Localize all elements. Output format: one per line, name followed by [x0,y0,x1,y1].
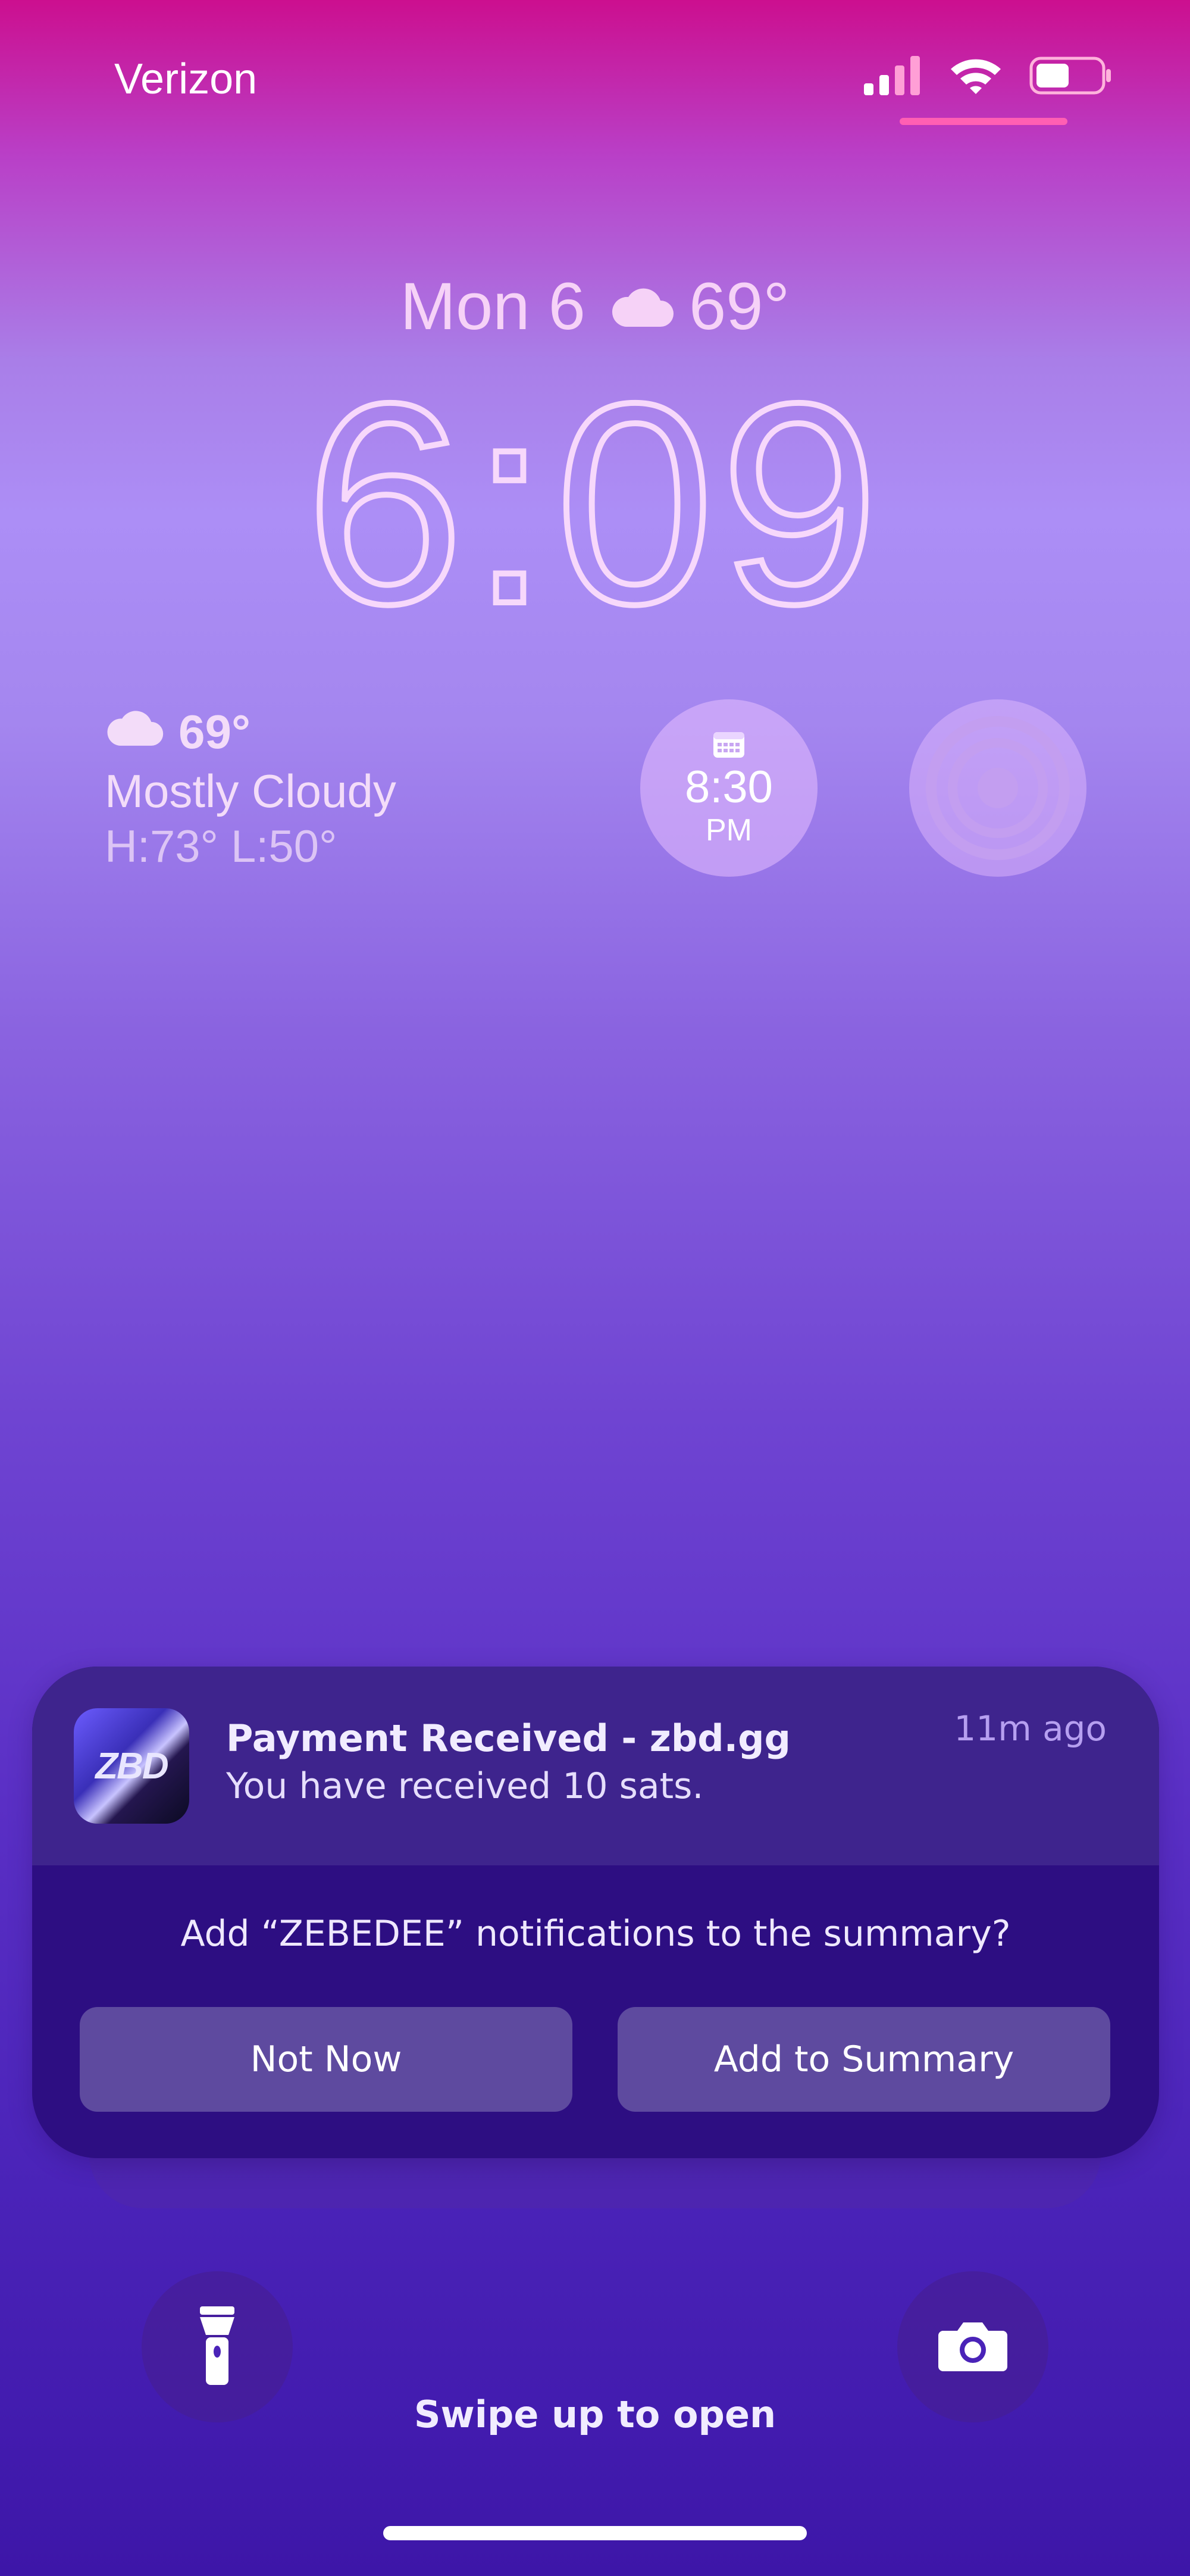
target-widget[interactable] [909,699,1086,877]
weather-widget[interactable]: 69° Mostly Cloudy H:73° L:50° [105,702,521,873]
calendar-icon [712,729,746,762]
weather-temp-row: 69° [105,702,521,762]
add-to-summary-button[interactable]: Add to Summary [618,2007,1110,2112]
camera-icon [937,2319,1009,2375]
date-row: Mon 6 69° [0,268,1190,345]
date-temp: 69° [688,269,790,343]
notification-card[interactable]: ZBD Payment Received - zbd.gg You have r… [32,1667,1159,2158]
target-rings-icon [909,716,1086,879]
weather-temp: 69° [178,705,250,758]
battery-icon [1029,55,1113,99]
status-indicator-bar [900,118,1067,125]
lock-screen: Verizon Mon 6 69° 6:09 69° Mostly Cloudy… [0,0,1190,2576]
notification-body: You have received 10 sats. [226,1765,704,1807]
lock-clock: 6:09 [0,340,1190,666]
summary-question: Add “ZEBEDEE” notifications to the summa… [180,1913,1011,1955]
weather-high-low: H:73° L:50° [105,821,337,872]
wifi-icon [948,55,1003,99]
date-label: Mon 6 [400,269,585,343]
flashlight-icon [196,2304,238,2390]
notification-time: 11m ago [954,1708,1107,1749]
notification-header[interactable]: ZBD Payment Received - zbd.gg You have r… [32,1667,1159,1865]
swipe-hint: Swipe up to open [414,2393,776,2436]
app-icon-label: ZBD [95,1745,168,1787]
alarm-ampm: PM [706,812,752,848]
date-weather: 69° [609,268,790,345]
carrier-name: Verizon [114,55,258,103]
status-icons [863,55,1113,99]
cloud-icon [105,705,164,759]
home-indicator[interactable] [383,2526,807,2540]
zbd-app-icon: ZBD [74,1708,189,1824]
alarm-time: 8:30 [685,761,773,812]
cloud-icon [609,268,675,345]
alarm-widget[interactable]: 8:30 PM [640,699,818,877]
cellular-signal-icon [863,55,922,99]
clock-time: 6:09 [305,357,885,631]
weather-condition: Mostly Cloudy [105,765,396,817]
notification-title: Payment Received - zbd.gg [226,1717,791,1760]
not-now-button[interactable]: Not Now [80,2007,572,2112]
